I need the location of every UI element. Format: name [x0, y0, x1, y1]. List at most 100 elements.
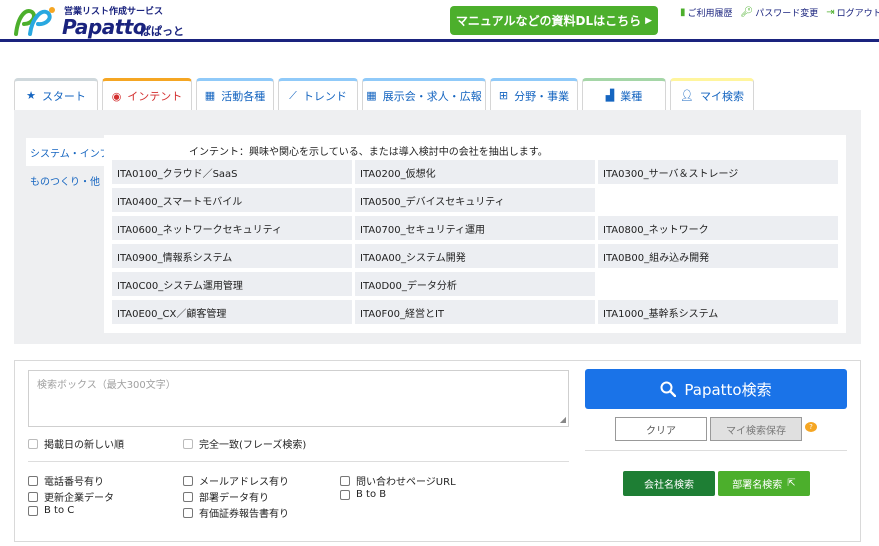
filter-contact-url[interactable]: 問い合わせページURL	[340, 473, 456, 488]
resize-grip-icon[interactable]: ◢	[560, 415, 566, 424]
intent-description: インテント：興味や関心を示している、または導入検討中の会社を抽出します。	[189, 147, 548, 158]
logo-mark-icon	[14, 7, 55, 36]
clear-button[interactable]: クリア	[615, 417, 707, 441]
papatto-search-button[interactable]: Papatto検索	[585, 369, 847, 409]
intent-item[interactable]: ITA0400_スマートモバイル	[112, 188, 352, 212]
checkbox-department-data[interactable]	[183, 491, 193, 502]
intent-item[interactable]: ITA0700_セキュリティ運用	[355, 216, 595, 240]
filter-label: 問い合わせページURL	[356, 477, 456, 488]
side-item-manufacturing-other[interactable]: ものつくり・他	[26, 166, 116, 194]
help-bubble-icon[interactable]: ?	[805, 422, 817, 432]
intent-item[interactable]: ITA0D00_データ分析	[355, 272, 595, 296]
tab-label: 展示会・求人・広報	[382, 89, 482, 103]
checkbox-contact-url[interactable]	[340, 475, 350, 486]
intent-item[interactable]: ITA0800_ネットワーク	[598, 216, 838, 240]
user-icon: 👤︎	[680, 89, 694, 102]
tab-label: スタート	[41, 89, 86, 103]
intent-item[interactable]: ITA0A00_システム開発	[355, 244, 595, 268]
tab-label: 活動各種	[221, 89, 266, 103]
filter-updated-company[interactable]: 更新企業データ	[28, 489, 114, 504]
intent-item[interactable]: ITA0900_情報系システム	[112, 244, 352, 268]
filter-btoc[interactable]: B to C	[28, 505, 74, 516]
search-box: ◢	[28, 370, 569, 427]
tab-label: インテント	[127, 90, 183, 103]
tab-trend[interactable]: ⟋ トレンド	[278, 78, 358, 110]
manual-download-label: マニュアルなどの資料DLはこちら	[455, 14, 642, 28]
save-my-search-button[interactable]: マイ検索保存	[710, 417, 802, 441]
department-name-search-button[interactable]: 部署名検索 ⇱	[718, 471, 810, 496]
opt-new-order-label: 掲載日の新しい順	[44, 440, 124, 451]
intent-grid: ITA0100_クラウド／SaaS ITA0200_仮想化 ITA0300_サー…	[112, 160, 838, 324]
filter-label: B to B	[356, 489, 387, 500]
tab-label: マイ検索	[699, 89, 744, 103]
building-icon: ▦	[204, 89, 216, 102]
usage-history-link[interactable]: ▮ ご利用履歴	[680, 6, 733, 19]
password-change-label: パスワード変更	[755, 9, 819, 19]
tab-my-search[interactable]: 👤︎ マイ検索	[670, 78, 754, 110]
checkbox-securities-report[interactable]	[183, 507, 193, 518]
checkbox-exact-match[interactable]	[183, 438, 193, 449]
manual-download-button[interactable]: マニュアルなどの資料DLはこちら ▶	[450, 6, 658, 35]
intent-item[interactable]: ITA0B00_組み込み開発	[598, 244, 838, 268]
factory-icon: ▟	[605, 89, 615, 102]
chart-icon: ⟋	[289, 88, 297, 102]
intent-item[interactable]: ITA0200_仮想化	[355, 160, 595, 184]
papatto-logo[interactable]: 営業リスト作成サービス Papatto ぱぱっと	[12, 3, 184, 39]
intent-item[interactable]: ITA0F00_経営とIT	[355, 300, 595, 324]
filter-label: 部署データ有り	[199, 493, 269, 504]
company-name-search-button[interactable]: 会社名検索	[623, 471, 715, 496]
intent-item[interactable]: ITA1000_基幹系システム	[598, 300, 838, 324]
checkbox-updated-company[interactable]	[28, 491, 38, 502]
button-divider	[585, 450, 847, 451]
logo-brand-name: Papatto	[62, 15, 147, 39]
filter-btob[interactable]: B to B	[340, 489, 386, 500]
eye-icon: ◉	[111, 89, 122, 103]
filter-department-data[interactable]: 部署データ有り	[183, 489, 269, 504]
password-change-link[interactable]: 🔑︎ パスワード変更	[741, 6, 819, 19]
filter-label: メールアドレス有り	[199, 477, 289, 488]
tab-industry[interactable]: ▟ 業種	[582, 78, 666, 110]
usage-history-label: ご利用履歴	[687, 9, 733, 19]
filter-label: 電話番号有り	[44, 477, 104, 488]
filter-phone[interactable]: 電話番号有り	[28, 473, 104, 488]
tab-start[interactable]: ★ スタート	[14, 78, 98, 110]
intent-content: インテント：興味や関心を示している、または導入検討中の会社を抽出します。 ITA…	[104, 135, 846, 333]
category-tabs: ★ スタート ◉ インテント ▦ 活動各種 ⟋ トレンド ▦ 展示会・求人・広報…	[14, 78, 754, 111]
search-divider	[28, 461, 569, 462]
checkbox-email[interactable]	[183, 475, 193, 486]
side-item-system-infra[interactable]: システム・インフラ	[26, 138, 119, 166]
filter-securities-report[interactable]: 有価証券報告書有り	[183, 505, 289, 520]
checkbox-btob[interactable]	[340, 489, 350, 500]
search-input[interactable]	[29, 371, 568, 426]
intent-item[interactable]: ITA0C00_システム運用管理	[112, 272, 352, 296]
intent-item[interactable]: ITA0500_デバイスセキュリティ	[355, 188, 595, 212]
tab-intent[interactable]: ◉ インテント	[102, 78, 192, 111]
tab-label: 分野・事業	[514, 89, 570, 103]
star-icon: ★	[26, 89, 36, 102]
key-icon: 🔑︎	[740, 7, 754, 18]
filter-email[interactable]: メールアドレス有り	[183, 473, 289, 488]
header-links: ▮ ご利用履歴 🔑︎ パスワード変更 ⇥ ログアウト	[680, 6, 879, 19]
logout-label: ログアウト	[836, 9, 879, 19]
building-icon: ▦	[366, 89, 377, 102]
checkbox-btoc[interactable]	[28, 505, 38, 516]
logout-icon: ⇥	[826, 7, 835, 18]
tab-exhibition-recruit-pr[interactable]: ▦ 展示会・求人・広報	[362, 78, 486, 110]
logout-link[interactable]: ⇥ ログアウト	[826, 6, 879, 19]
external-link-icon: ⇱	[787, 478, 796, 489]
intent-item[interactable]: ITA0600_ネットワークセキュリティ	[112, 216, 352, 240]
tab-activities[interactable]: ▦ 活動各種	[196, 78, 274, 110]
intent-panel: システム・インフラ ものつくり・他 インテント：興味や関心を示している、または導…	[14, 110, 861, 344]
papatto-search-label: Papatto検索	[684, 380, 772, 399]
filter-label: B to C	[44, 505, 75, 516]
intent-item[interactable]: ITA0100_クラウド／SaaS	[112, 160, 352, 184]
checkbox-phone[interactable]	[28, 475, 38, 486]
intent-item-empty	[598, 188, 838, 212]
opt-new-order[interactable]: 掲載日の新しい順	[28, 436, 124, 451]
intent-item[interactable]: ITA0E00_CX／顧客管理	[112, 300, 352, 324]
tab-field-business[interactable]: ⊞ 分野・事業	[490, 78, 578, 110]
opt-exact-match[interactable]: 完全一致(フレーズ検索)	[183, 436, 306, 451]
intent-item[interactable]: ITA0300_サーバ＆ストレージ	[598, 160, 838, 184]
checkbox-new-order[interactable]	[28, 438, 38, 449]
department-search-label: 部署名検索	[732, 480, 783, 491]
